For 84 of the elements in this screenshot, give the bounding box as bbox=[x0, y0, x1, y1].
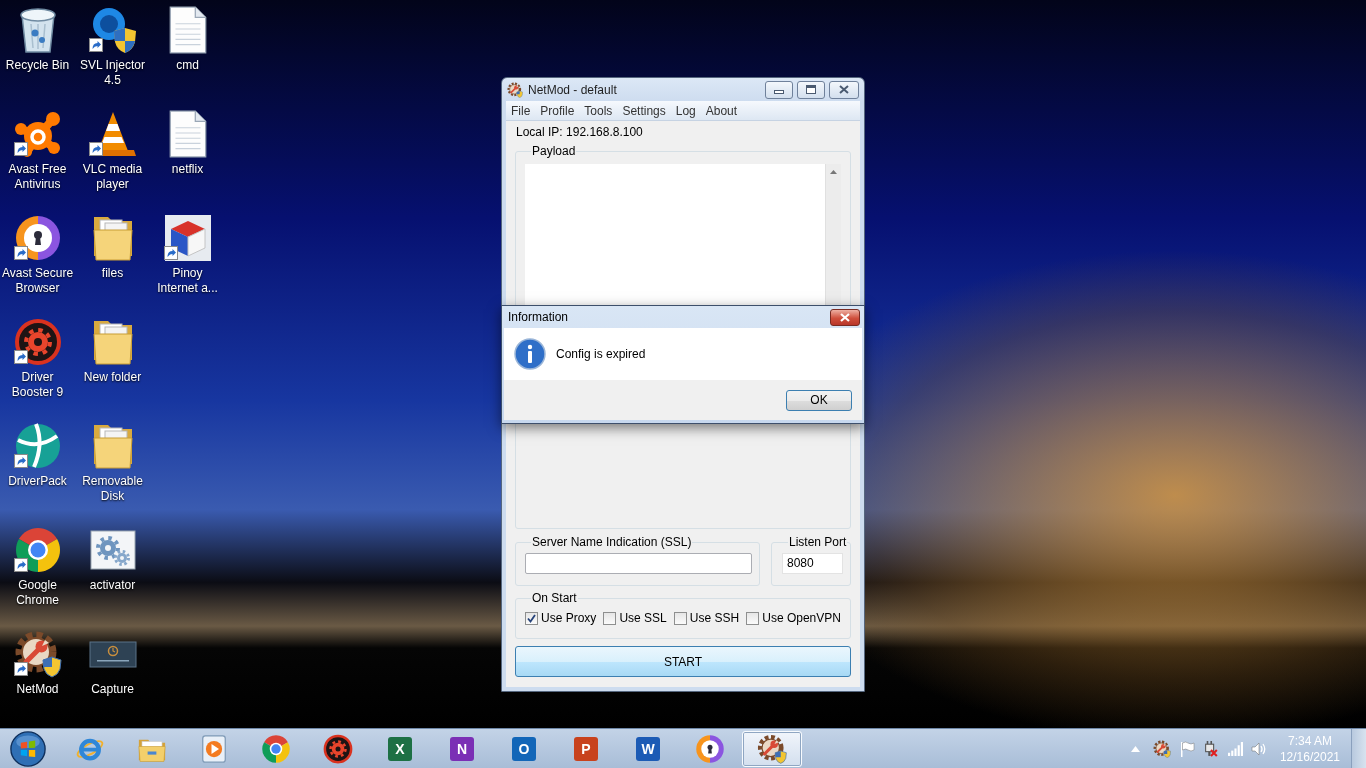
app-letter-tile: X bbox=[388, 736, 412, 761]
keyhole-circle-icon bbox=[695, 733, 725, 764]
menu-item[interactable]: Log bbox=[670, 101, 701, 120]
start-orb-icon bbox=[10, 730, 46, 767]
gear-wrench-icon bbox=[757, 733, 787, 764]
gear-wrench-icon bbox=[507, 81, 523, 98]
screenshot-thumbnail-icon bbox=[88, 640, 137, 668]
desktop-item[interactable]: cmd bbox=[150, 0, 225, 73]
dialog-title: Information bbox=[508, 309, 569, 326]
play-icon bbox=[199, 733, 229, 764]
checkbox-label: Use SSH bbox=[689, 611, 740, 626]
desktop-item[interactable]: netflix bbox=[150, 104, 225, 177]
maximize-icon bbox=[806, 85, 816, 94]
menu-item[interactable]: Settings bbox=[617, 101, 671, 120]
show-desktop-button[interactable] bbox=[1351, 729, 1366, 768]
app-letter-tile: O bbox=[512, 736, 536, 761]
desktop-item[interactable]: VLC media player bbox=[75, 104, 150, 192]
app-letter-tile: N bbox=[450, 736, 474, 761]
desktop-item[interactable]: DriverPack bbox=[0, 416, 75, 489]
checkbox[interactable] bbox=[603, 612, 617, 625]
group-title: Payload bbox=[531, 144, 577, 158]
desktop-item[interactable]: NetMod bbox=[0, 624, 75, 697]
show-hidden-icons-arrow-icon[interactable] bbox=[1130, 745, 1140, 752]
menu-item[interactable]: Tools bbox=[579, 101, 618, 120]
menu-item[interactable]: Profile bbox=[535, 101, 580, 120]
gear-circle-icon bbox=[323, 733, 353, 764]
power-plug-icon[interactable] bbox=[1204, 740, 1218, 757]
gear-wrench-icon[interactable] bbox=[1152, 739, 1171, 758]
close-button[interactable] bbox=[830, 308, 860, 326]
group-title: On Start bbox=[531, 591, 578, 605]
checkbox-label: Use OpenVPN bbox=[762, 611, 841, 626]
start-button[interactable]: START bbox=[515, 646, 851, 677]
checkbox-label: Use Proxy bbox=[541, 611, 597, 626]
menu-item[interactable]: About bbox=[700, 101, 743, 120]
desktop-item[interactable]: Recycle Bin bbox=[0, 0, 75, 73]
taskbar-button[interactable]: X bbox=[370, 730, 430, 767]
taskbar-button[interactable]: W bbox=[618, 730, 678, 767]
app-letter-tile: W bbox=[636, 736, 660, 761]
checkbox[interactable] bbox=[746, 612, 760, 625]
checkbox-label: Use SSL bbox=[619, 611, 667, 626]
info-icon bbox=[514, 338, 546, 370]
speaker-icon[interactable] bbox=[1250, 741, 1267, 756]
close-button[interactable] bbox=[829, 80, 859, 99]
ok-button[interactable]: OK bbox=[786, 389, 852, 411]
app-letter-tile: P bbox=[574, 736, 598, 761]
sni-input-field[interactable] bbox=[525, 553, 752, 574]
maximize-button[interactable] bbox=[797, 80, 825, 99]
desktop-item[interactable]: Google Chrome bbox=[0, 520, 75, 608]
taskbar-button[interactable]: N bbox=[432, 730, 492, 767]
local-ip-text: Local IP: 192.168.8.100 bbox=[516, 125, 643, 140]
desktop-item[interactable]: SVL Injector 4.5 bbox=[75, 0, 150, 88]
desktop-item[interactable]: Avast Secure Browser bbox=[0, 208, 75, 296]
desktop-item[interactable]: files bbox=[75, 208, 150, 281]
port-input-field[interactable]: 8080 bbox=[782, 553, 843, 574]
document-icon bbox=[168, 110, 207, 158]
window-title: NetMod - default bbox=[528, 81, 617, 99]
checkmark-icon bbox=[527, 614, 536, 623]
group-title: Listen Port bbox=[788, 535, 848, 549]
minimize-icon bbox=[774, 90, 784, 94]
desktop-item[interactable]: Removable Disk bbox=[75, 416, 150, 504]
taskbar-button[interactable]: O bbox=[494, 730, 554, 767]
checkbox[interactable] bbox=[525, 612, 538, 625]
document-icon bbox=[168, 6, 207, 54]
circle-logo-icon bbox=[261, 733, 291, 764]
group-title: Server Name Indication (SSL) bbox=[531, 535, 693, 549]
desktop-item[interactable]: Pinoy Internet a... bbox=[150, 208, 225, 296]
taskbar-button[interactable] bbox=[742, 730, 802, 767]
desktop-item[interactable]: Capture bbox=[75, 624, 150, 697]
gear-circle-icon bbox=[13, 318, 62, 366]
cube-icon bbox=[163, 214, 212, 262]
close-icon bbox=[839, 85, 849, 94]
minimize-button[interactable] bbox=[765, 80, 793, 99]
dialog-message: Config is expired bbox=[556, 346, 646, 363]
desktop-item[interactable]: Driver Booster 9 bbox=[0, 312, 75, 400]
signal-bars-icon[interactable] bbox=[1227, 741, 1243, 756]
desktop-item[interactable]: Avast Free Antivirus bbox=[0, 104, 75, 192]
flag-icon[interactable] bbox=[1179, 740, 1195, 757]
checkbox[interactable] bbox=[673, 612, 687, 625]
desktop-item[interactable]: New folder bbox=[75, 312, 150, 385]
close-icon bbox=[840, 312, 850, 322]
menu-item[interactable]: File bbox=[506, 101, 536, 120]
taskbar-button[interactable]: P bbox=[556, 730, 616, 767]
scroll-up-arrow-icon[interactable] bbox=[830, 170, 837, 174]
desktop-item[interactable]: activator bbox=[75, 520, 150, 593]
